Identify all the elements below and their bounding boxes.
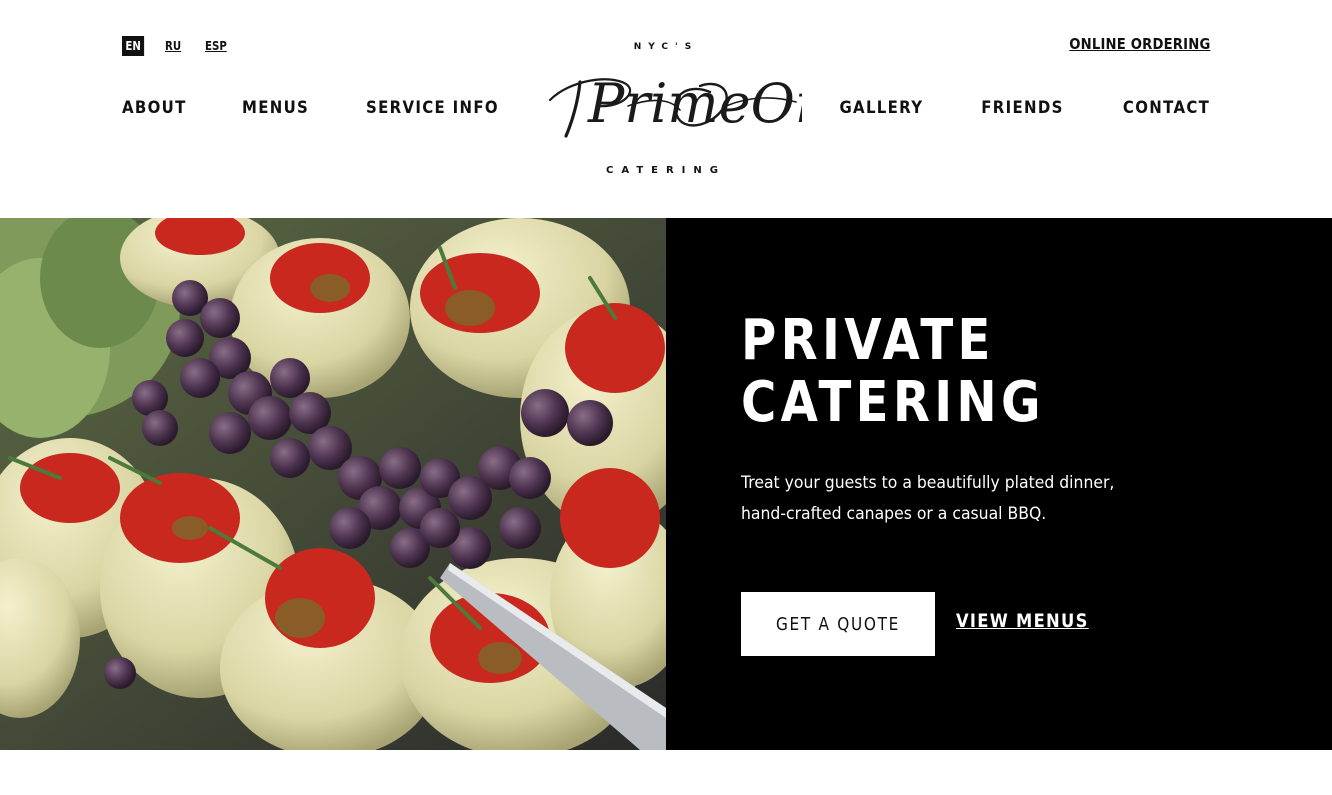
- view-menus-link[interactable]: VIEW MENUS: [956, 610, 1089, 632]
- logo-script-text: PrimeOne: [587, 72, 802, 135]
- get-a-quote-label: GET A QUOTE: [775, 613, 901, 635]
- nav-right: GALLERY FRIENDS CONTACT: [781, 98, 1210, 118]
- hero-title-line2: CATERING: [741, 370, 1045, 435]
- online-ordering-link[interactable]: ONLINE ORDERING: [1069, 35, 1210, 53]
- hero-section: PRIVATE CATERING Treat your guests to a …: [0, 218, 1332, 750]
- nav-gallery[interactable]: GALLERY: [839, 98, 923, 118]
- nav-friends[interactable]: FRIENDS: [981, 98, 1063, 118]
- get-a-quote-button[interactable]: GET A QUOTE: [741, 592, 935, 656]
- nav-contact[interactable]: CONTACT: [1123, 98, 1210, 118]
- nav-service-info[interactable]: SERVICE INFO: [366, 98, 499, 118]
- logo-script: PrimeOne: [548, 72, 802, 138]
- hero-panel: PRIVATE CATERING Treat your guests to a …: [666, 218, 1332, 750]
- lang-en[interactable]: EN: [122, 36, 145, 56]
- food-photo-icon: [0, 218, 666, 750]
- hero-food-image: [0, 218, 666, 750]
- logo[interactable]: NYC'S PrimeOne CATERING: [530, 40, 802, 180]
- nav-about[interactable]: ABOUT: [122, 98, 187, 118]
- language-switcher: EN RU ESP: [122, 36, 252, 56]
- nav-menus[interactable]: MENUS: [242, 98, 309, 118]
- hero-title-line1: PRIVATE: [741, 308, 995, 373]
- lang-esp[interactable]: ESP: [205, 39, 227, 53]
- logo-top-text: NYC'S: [633, 42, 699, 52]
- hero-title: PRIVATE CATERING: [741, 310, 1045, 434]
- logo-bottom-text: CATERING: [606, 165, 726, 176]
- lang-ru[interactable]: RU: [165, 39, 181, 53]
- nav-left: ABOUT MENUS SERVICE INFO: [122, 98, 564, 118]
- hero-description: Treat your guests to a beautifully plate…: [741, 473, 1115, 524]
